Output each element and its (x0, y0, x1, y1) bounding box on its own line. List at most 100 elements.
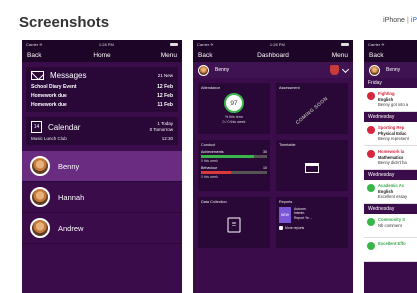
calendar-tomorrow: 0 Tomorrow (149, 127, 173, 132)
time: 1:28 PM (98, 41, 114, 47)
list-item[interactable]: Sporting Rep Physical Educ Benny represent (364, 122, 417, 147)
item-body: Excellent essay (378, 194, 408, 200)
child-name: Andrew (58, 223, 84, 233)
attendance-ring: 97 (224, 93, 244, 113)
status-bar: Carrier ✈ 1:28 PM (22, 40, 182, 48)
avatar (369, 64, 380, 76)
screenshot-home[interactable]: Carrier ✈ 1:28 PM Back Home Menu Message… (22, 40, 182, 293)
nav-bar: Back (364, 48, 417, 62)
avatar (198, 64, 209, 76)
more-reports-label: More reports (285, 226, 305, 230)
user-bar[interactable]: Benny (364, 62, 417, 78)
conduct-icon (367, 218, 375, 227)
attendance-tile[interactable]: Attendance 97 % this term 0 / 0 this wee… (198, 83, 270, 134)
battery-icon (170, 42, 178, 46)
user-bar[interactable]: Benny (193, 62, 353, 78)
back-button[interactable]: Back (198, 52, 212, 59)
messages-title: Messages (50, 71, 87, 80)
item-title: Sporting Rep (378, 125, 405, 131)
timetable-tile[interactable]: Timetable (276, 140, 348, 191)
calendar-event-time: 12:30 (161, 136, 173, 141)
conduct-tile[interactable]: Conduct Achievements 30 0 this week Behav… (198, 140, 270, 191)
menu-button[interactable]: Menu (332, 52, 348, 59)
child-item-hannah[interactable]: Hannah (22, 182, 182, 213)
tile-label: Conduct (201, 143, 216, 147)
report-thumbnail: NEW (279, 207, 291, 223)
coming-soon-stamp: COMING SOON (294, 95, 330, 127)
messages-list[interactable]: Friday Fighting English Benny got into a W… (364, 78, 417, 263)
chevron-down-icon[interactable] (341, 65, 350, 73)
nav-title: Dashboard (257, 51, 289, 59)
achievements-week: 0 this week (201, 159, 218, 163)
message-label: Homework due (31, 93, 67, 99)
child-item-benny[interactable]: Benny (22, 151, 182, 182)
item-title: Community S (378, 217, 405, 223)
conduct-icon (367, 126, 375, 135)
back-button[interactable]: Back (369, 52, 383, 59)
avatar (30, 187, 50, 207)
status-bar: Carrier ✈ (364, 40, 417, 48)
message-date: 11 Feb (157, 102, 173, 108)
back-button[interactable]: Back (27, 52, 41, 59)
calendar-icon: 14 (31, 121, 42, 133)
message-row[interactable]: Homework due 11 Feb (31, 102, 173, 108)
time: 1:28 PM (269, 41, 285, 47)
calendar-title: Calendar (48, 122, 81, 132)
achievements-value: 30 (263, 150, 267, 154)
assessment-tile[interactable]: Assessment COMING SOON (276, 83, 348, 134)
screenshot-messages[interactable]: Carrier ✈ Back Benny Friday Fighting Engl… (364, 40, 417, 293)
message-row[interactable]: School Diary Event 12 Feb (31, 84, 173, 90)
item-body: Benny didn't ha (378, 160, 407, 166)
list-item[interactable]: Academic Ac English Excellent essay (364, 180, 417, 205)
separator: | (406, 17, 409, 24)
iphone-tab[interactable]: iPhone (383, 17, 405, 24)
item-title: Excellent Effo (378, 241, 406, 247)
report-title: Report Ye... (294, 215, 312, 220)
item-body: Benny represent (378, 136, 409, 142)
messages-card[interactable]: Messages 21 New School Diary Event 12 Feb… (26, 67, 178, 112)
day-header: Wednesday (364, 112, 417, 123)
behaviour-bar (201, 171, 267, 174)
screenshot-dashboard[interactable]: Carrier ✈ 1:28 PM Back Dashboard Menu Be… (193, 40, 353, 293)
school-crest-icon (330, 65, 339, 75)
day-header: Friday (364, 78, 417, 88)
data-collection-tile[interactable]: Data Collection ☰ (198, 197, 270, 248)
device-toggle: iPhone | iP (383, 17, 417, 24)
battery-icon (341, 42, 349, 46)
message-label: School Diary Event (31, 84, 77, 90)
carrier: Carrier ✈ (368, 41, 385, 47)
nav-title: Home (93, 51, 111, 59)
envelope-icon (31, 71, 44, 80)
tile-label: Assessment (279, 86, 300, 90)
list-item[interactable]: Community S Nb comment (364, 214, 417, 239)
conduct-icon (367, 150, 375, 159)
child-item-andrew[interactable]: Andrew (22, 213, 182, 244)
item-body: Nb comment (378, 222, 402, 228)
ipad-tab[interactable]: iP (411, 17, 417, 24)
reports-icon (279, 226, 283, 230)
conduct-icon (367, 92, 375, 100)
avatar (30, 156, 50, 176)
item-title: Academic Ac (378, 183, 405, 189)
calendar-card[interactable]: 14 Calendar 1 Today 0 Tomorrow Music Lunch… (26, 117, 178, 145)
tile-label: Attendance (201, 86, 221, 90)
list-item[interactable]: Homework la Mathematics Benny didn't ha (364, 146, 417, 171)
list-item[interactable]: Fighting English Benny got into a (364, 88, 417, 113)
child-name: Benny (58, 161, 80, 171)
menu-button[interactable]: Menu (161, 52, 177, 59)
more-reports-link[interactable]: More reports (279, 226, 345, 230)
page-title: Screenshots (19, 14, 110, 31)
carrier: Carrier ✈ (197, 41, 214, 47)
conduct-icon (367, 242, 375, 251)
achievements-label: Achievements (201, 150, 224, 154)
status-bar: Carrier ✈ 1:28 PM (193, 40, 353, 48)
list-item[interactable]: Excellent Effo (364, 238, 417, 263)
item-body: Benny got into a (378, 102, 409, 108)
conduct-icon (367, 184, 375, 193)
reports-tile[interactable]: Reports NEW Autumn Interim Report Ye... Mo… (276, 197, 348, 248)
tile-label: Timetable (279, 143, 296, 147)
child-name: Hannah (58, 192, 85, 202)
message-date: 12 Feb (157, 84, 173, 90)
carrier: Carrier ✈ (26, 41, 43, 47)
message-row[interactable]: Homework due 12 Feb (31, 93, 173, 99)
